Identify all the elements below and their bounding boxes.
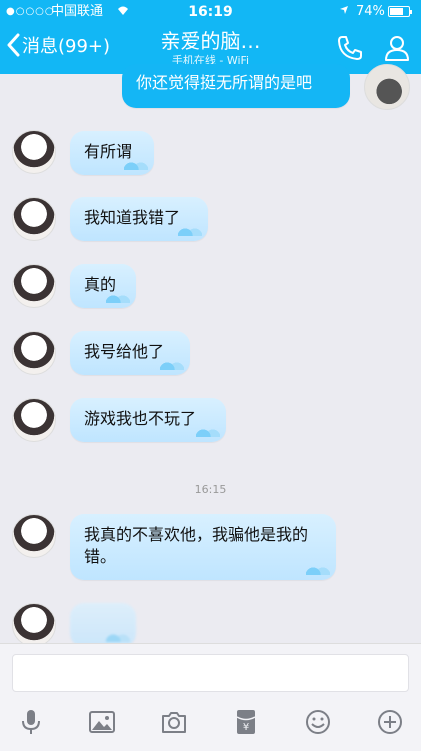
plus-icon[interactable] — [376, 708, 404, 736]
message-bubble-incoming[interactable] — [70, 603, 136, 647]
emoji-icon[interactable] — [304, 708, 332, 736]
battery-level — [390, 8, 403, 15]
battery-percent: 74% — [356, 4, 385, 19]
location-arrow-icon — [339, 0, 349, 24]
profile-icon[interactable] — [383, 34, 411, 62]
message-bubble-incoming[interactable]: 真的 — [70, 264, 136, 308]
battery-icon — [388, 6, 412, 17]
friend-avatar[interactable] — [12, 130, 56, 174]
message-bubble-incoming[interactable]: 游戏我也不玩了 — [70, 398, 226, 442]
message-bubble-incoming[interactable]: 我号给他了 — [70, 331, 190, 375]
camera-icon[interactable] — [160, 708, 188, 736]
friend-avatar[interactable] — [12, 398, 56, 442]
friend-avatar[interactable] — [12, 197, 56, 241]
message-bubble-incoming[interactable]: 我真的不喜欢他，我骗他是我的错。 — [70, 514, 336, 580]
svg-text:¥: ¥ — [243, 722, 249, 733]
image-icon[interactable] — [88, 708, 116, 736]
input-bar: ¥ — [0, 643, 421, 751]
friend-avatar[interactable] — [12, 264, 56, 308]
chat-header: ●○○○○ 中国联通 16:19 74% 消息(99+) 亲爱的脑… 手机在线 … — [0, 0, 421, 74]
message-bubble-incoming[interactable]: 我知道我错了 — [70, 197, 208, 241]
message-bubble-incoming[interactable]: 有所谓 — [70, 131, 154, 175]
phone-call-icon[interactable] — [336, 34, 364, 62]
red-packet-icon[interactable]: ¥ — [232, 708, 260, 736]
friend-avatar[interactable] — [12, 603, 56, 647]
message-bubble-outgoing[interactable]: 你还觉得挺无所谓的是吧 — [122, 64, 350, 108]
status-bar: ●○○○○ 中国联通 16:19 74% — [0, 0, 421, 24]
microphone-icon[interactable] — [17, 708, 45, 736]
message-timestamp: 16:15 — [194, 483, 227, 496]
message-input[interactable] — [12, 654, 409, 692]
friend-avatar[interactable] — [12, 331, 56, 375]
friend-avatar[interactable] — [12, 514, 56, 558]
my-avatar[interactable] — [364, 64, 410, 110]
